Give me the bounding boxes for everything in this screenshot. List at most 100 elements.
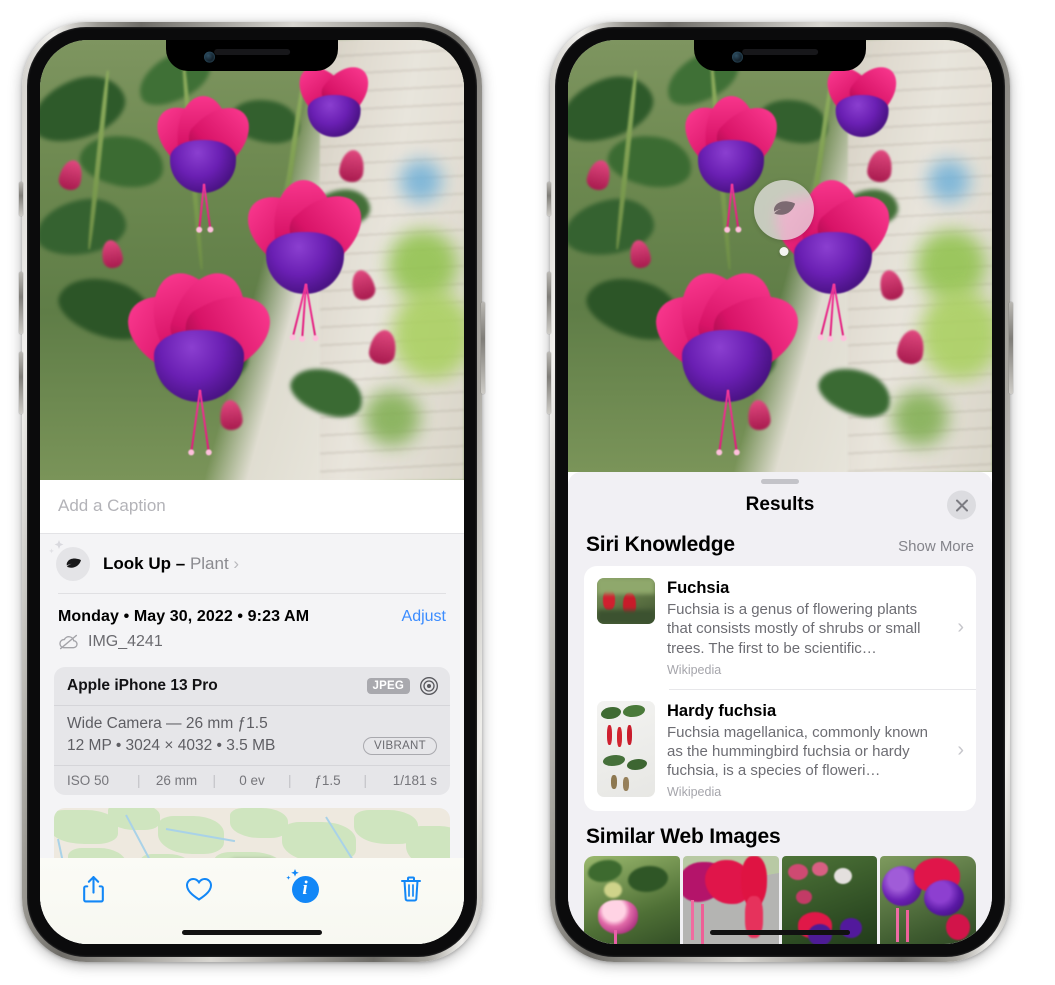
- exif-card[interactable]: Apple iPhone 13 Pro JPEG Wide Camera — 2…: [54, 667, 450, 795]
- photo-filename: IMG_4241: [88, 633, 163, 650]
- knowledge-description: Fuchsia magellanica, commonly known as t…: [667, 723, 928, 780]
- left-phone-device: Add a Caption Look Up – Plant › Monday •…: [19, 22, 485, 962]
- trash-icon: [401, 876, 421, 902]
- visual-lookup-results-sheet: Results Siri Knowledge Show More Fuchsia…: [568, 472, 992, 944]
- exif-stat-ev: 0 ev: [239, 773, 265, 788]
- knowledge-title: Hardy fuchsia: [667, 701, 777, 720]
- volume-down-button[interactable]: [19, 352, 23, 414]
- metadata-block: Monday • May 30, 2022 • 9:23 AM Adjust I…: [40, 594, 464, 661]
- chevron-right-icon: ›: [957, 615, 964, 638]
- exif-stat-iso: ISO 50: [67, 773, 110, 788]
- look-up-dash: –: [175, 554, 186, 573]
- bokeh-1: [916, 230, 986, 300]
- info-button[interactable]: i: [278, 868, 332, 909]
- photo-info-sheet: Add a Caption Look Up – Plant › Monday •…: [40, 480, 464, 944]
- volume-up-button[interactable]: [19, 272, 23, 334]
- exif-body: Wide Camera — 26 mm ƒ1.5 12 MP • 3024 × …: [54, 706, 450, 765]
- leaf-chip: [49, 540, 90, 581]
- bokeh-3: [928, 160, 970, 202]
- knowledge-item[interactable]: Fuchsia Fuchsia is a genus of flowering …: [584, 566, 976, 689]
- chevron-right-icon: ›: [957, 738, 964, 761]
- sparkles-icon: [285, 868, 299, 880]
- caption-input[interactable]: Add a Caption: [40, 480, 464, 534]
- exif-stats: ISO 50 | 26 mm | 0 ev | ƒ1.5 | 1/181 s: [54, 765, 450, 795]
- share-icon: [82, 875, 104, 902]
- exif-header: Apple iPhone 13 Pro JPEG: [54, 667, 450, 706]
- right-phone-device: Results Siri Knowledge Show More Fuchsia…: [547, 22, 1013, 962]
- mute-switch[interactable]: [547, 182, 551, 216]
- bokeh-1: [388, 230, 458, 300]
- chevron-right-icon: ›: [233, 554, 240, 573]
- right-photo-fuchsia[interactable]: [568, 40, 992, 472]
- leaf-icon: [773, 201, 796, 215]
- knowledge-thumbnail: [597, 578, 655, 624]
- bloom-3: [114, 262, 284, 453]
- front-camera-icon: [731, 51, 743, 63]
- knowledge-item[interactable]: Hardy fuchsia Fuchsia magellanica, commo…: [584, 688, 976, 812]
- metadata-date-row: Monday • May 30, 2022 • 9:23 AM Adjust: [58, 608, 446, 626]
- home-indicator[interactable]: [182, 930, 322, 935]
- home-indicator[interactable]: [710, 930, 850, 935]
- siri-knowledge-title: Siri Knowledge: [586, 533, 735, 556]
- aperture-icon: [420, 677, 438, 695]
- visual-lookup-badge[interactable]: [754, 180, 814, 256]
- info-letter: i: [302, 878, 308, 899]
- volume-up-button[interactable]: [547, 272, 551, 334]
- favorite-button[interactable]: [172, 869, 226, 909]
- bokeh-2: [392, 290, 464, 380]
- image-size-info: 12 MP • 3024 × 4032 • 3.5 MB: [67, 737, 276, 754]
- sparkles-icon: [49, 540, 64, 554]
- camera-device: Apple iPhone 13 Pro: [67, 677, 218, 694]
- bokeh-2: [920, 290, 992, 380]
- badge-pointer-dot: [779, 247, 789, 256]
- siri-knowledge-card: Fuchsia Fuchsia is a genus of flowering …: [584, 566, 976, 812]
- knowledge-description: Fuchsia is a genus of flowering plants t…: [667, 601, 921, 657]
- map-green: [230, 808, 288, 838]
- mute-switch[interactable]: [19, 182, 23, 216]
- knowledge-thumbnail: [597, 700, 655, 797]
- photo-date: Monday • May 30, 2022 • 9:23 AM: [58, 608, 310, 625]
- right-phone-bezel: Results Siri Knowledge Show More Fuchsia…: [555, 27, 1005, 957]
- left-notch: [166, 40, 338, 71]
- heart-icon: [185, 877, 213, 901]
- left-photo-fuchsia[interactable]: [40, 40, 464, 480]
- left-phone-screen: Add a Caption Look Up – Plant › Monday •…: [40, 40, 464, 944]
- cloud-slash-icon: [59, 634, 78, 650]
- exif-divider: |: [363, 773, 367, 788]
- power-button[interactable]: [481, 302, 485, 394]
- similar-image-thumbnail[interactable]: [584, 856, 680, 944]
- earpiece-speaker: [214, 49, 290, 55]
- siri-knowledge-header: Siri Knowledge Show More: [568, 526, 992, 566]
- close-icon: [955, 499, 968, 511]
- earpiece-speaker: [742, 49, 818, 55]
- delete-button[interactable]: [384, 869, 438, 909]
- exif-divider: |: [287, 773, 292, 788]
- exif-divider: |: [136, 773, 141, 788]
- knowledge-source: Wikipedia: [667, 662, 722, 677]
- similar-web-images-title: Similar Web Images: [586, 825, 781, 849]
- share-button[interactable]: [66, 869, 120, 909]
- right-phone-screen: Results Siri Knowledge Show More Fuchsia…: [568, 40, 992, 944]
- similar-web-images-header: Similar Web Images: [568, 811, 992, 856]
- look-up-row[interactable]: Look Up – Plant ›: [40, 534, 464, 594]
- knowledge-body: Hardy fuchsia Fuchsia magellanica, commo…: [667, 701, 941, 800]
- exif-stat-aperture: ƒ1.5: [314, 773, 341, 788]
- knowledge-body: Fuchsia Fuchsia is a genus of flowering …: [667, 578, 941, 677]
- close-button[interactable]: [947, 490, 976, 520]
- look-up-title: Look Up: [103, 554, 171, 573]
- knowledge-title: Fuchsia: [667, 579, 730, 597]
- info-icon: i: [285, 868, 319, 903]
- look-up-subject: Plant: [189, 554, 229, 573]
- similar-image-thumbnail[interactable]: [880, 856, 976, 944]
- volume-down-button[interactable]: [547, 352, 551, 414]
- exif-badges: JPEG: [366, 676, 439, 696]
- power-button[interactable]: [1009, 302, 1013, 394]
- bokeh-3: [400, 160, 442, 202]
- knowledge-source: Wikipedia: [667, 785, 722, 800]
- adjust-button[interactable]: Adjust: [402, 608, 446, 626]
- metadata-file-row: IMG_4241: [58, 633, 446, 651]
- format-badge: JPEG: [366, 678, 410, 694]
- show-more-button[interactable]: Show More: [898, 538, 974, 555]
- screenshot-root: Add a Caption Look Up – Plant › Monday •…: [0, 0, 1055, 985]
- results-title: Results: [745, 494, 815, 515]
